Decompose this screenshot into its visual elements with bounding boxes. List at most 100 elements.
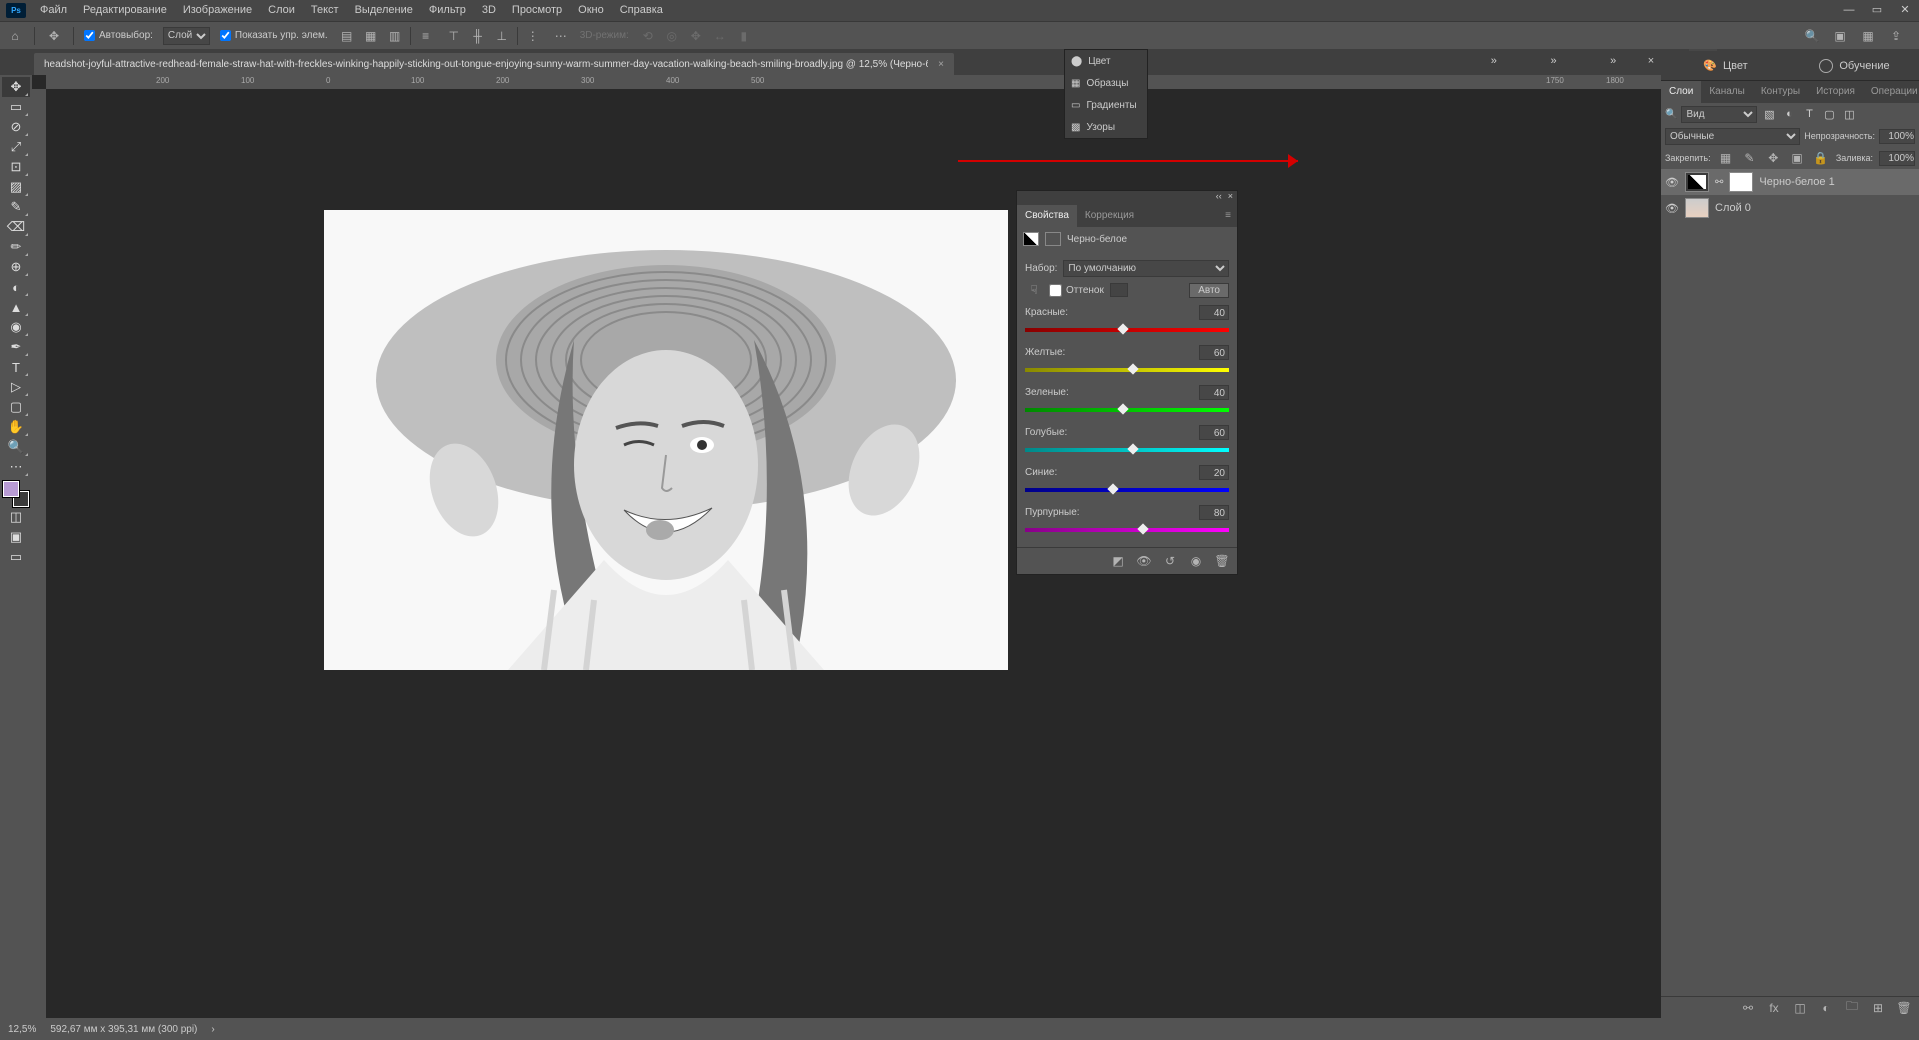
tool-10[interactable]: ◐ — [2, 277, 30, 297]
channel-slider[interactable] — [1025, 365, 1229, 375]
collapse-panel-icon[interactable]: ‹‹ — [1216, 191, 1222, 205]
lock-pixels-icon[interactable]: ▦ — [1717, 149, 1735, 167]
more-options-icon[interactable]: ⋯ — [552, 27, 570, 45]
menu-просмотр[interactable]: Просмотр — [504, 0, 570, 21]
menu-файл[interactable]: Файл — [32, 0, 75, 21]
adjustment-layer-icon[interactable]: ◐ — [1817, 999, 1835, 1017]
collapse-handle-icon[interactable]: » — [1583, 49, 1643, 73]
menu-слои[interactable]: Слои — [260, 0, 303, 21]
tool-17[interactable]: ✋ — [2, 417, 30, 437]
menu-текст[interactable]: Текст — [303, 0, 347, 21]
gradients-panel-item[interactable]: ▭Градиенты — [1065, 94, 1147, 116]
menu-фильтр[interactable]: Фильтр — [421, 0, 474, 21]
close-tab-icon[interactable]: × — [938, 59, 944, 70]
channel-slider[interactable] — [1025, 525, 1229, 535]
lock-pos-icon[interactable]: ✥ — [1764, 149, 1782, 167]
channel-slider[interactable] — [1025, 325, 1229, 335]
tool-0[interactable]: ✥ — [2, 77, 30, 97]
clip-icon[interactable]: ◩ — [1109, 552, 1127, 570]
tool-16[interactable]: ▢ — [2, 397, 30, 417]
layer-name[interactable]: Слой 0 — [1715, 202, 1751, 214]
home-icon[interactable]: ⌂ — [6, 27, 24, 45]
lock-paint-icon[interactable]: ✎ — [1740, 149, 1758, 167]
autoselect-target[interactable]: Слой — [163, 27, 210, 45]
opacity-input[interactable] — [1879, 129, 1915, 144]
menu-3d[interactable]: 3D — [474, 0, 504, 21]
menu-изображение[interactable]: Изображение — [175, 0, 260, 21]
align-left-icon[interactable]: ▤ — [338, 27, 356, 45]
maximize-button[interactable]: ▭ — [1863, 0, 1891, 21]
visibility-icon[interactable]: 👁 — [1665, 202, 1679, 215]
channel-value[interactable]: 40 — [1199, 305, 1229, 320]
tool-19[interactable]: ⋯ — [2, 457, 30, 477]
color-panel-item[interactable]: ⬤Цвет — [1065, 50, 1147, 72]
layer-row[interactable]: 👁⚯Черно-белое 1 — [1661, 169, 1919, 195]
layer-filter-select[interactable]: Вид — [1681, 106, 1757, 123]
search-icon[interactable]: 🔍 — [1803, 27, 1821, 45]
group-icon[interactable]: 🗀 — [1843, 999, 1861, 1017]
tint-checkbox[interactable]: Оттенок — [1049, 284, 1104, 297]
mode-icon[interactable]: ▣ — [2, 527, 30, 547]
move-tool-icon[interactable]: ✥ — [45, 27, 63, 45]
status-chevron-icon[interactable]: › — [211, 1024, 214, 1035]
color-swatch[interactable] — [3, 481, 29, 507]
lock-frame-icon[interactable]: ▣ — [1788, 149, 1806, 167]
tool-11[interactable]: ▲ — [2, 297, 30, 317]
collapse-handle-icon[interactable]: » — [1464, 49, 1524, 73]
tool-15[interactable]: ▷ — [2, 377, 30, 397]
minimize-button[interactable]: — — [1835, 0, 1863, 21]
tool-7[interactable]: ⌫ — [2, 217, 30, 237]
show-controls-checkbox[interactable]: Показать упр. элем. — [220, 30, 328, 41]
tool-4[interactable]: ⊡ — [2, 157, 30, 177]
learn-stub[interactable]: Обучение — [1790, 51, 1919, 80]
document-tab[interactable]: headshot-joyful-attractive-redhead-femal… — [34, 53, 954, 75]
filter-text-icon[interactable]: T — [1801, 106, 1817, 122]
filter-adjust-icon[interactable]: ◐ — [1781, 106, 1797, 122]
reset-icon[interactable]: ↺ — [1161, 552, 1179, 570]
autoselect-checkbox[interactable]: Автовыбор: — [84, 30, 153, 41]
tool-5[interactable]: ▨ — [2, 177, 30, 197]
panel-menu-icon[interactable]: ≡ — [1219, 205, 1237, 227]
layer-thumb[interactable] — [1685, 172, 1709, 192]
tab-paths[interactable]: Контуры — [1753, 81, 1808, 103]
filter-shape-icon[interactable]: ▢ — [1821, 106, 1837, 122]
lock-all-icon[interactable]: 🔒 — [1812, 149, 1830, 167]
tool-18[interactable]: 🔍 — [2, 437, 30, 457]
frame-icon[interactable]: ▣ — [1831, 27, 1849, 45]
fill-input[interactable] — [1879, 151, 1915, 166]
channel-slider[interactable] — [1025, 485, 1229, 495]
mask-thumb[interactable] — [1729, 172, 1753, 192]
close-strip-icon[interactable]: × — [1643, 49, 1659, 73]
tool-6[interactable]: ✎ — [2, 197, 30, 217]
tab-layers[interactable]: Слои — [1661, 81, 1701, 103]
channel-slider[interactable] — [1025, 445, 1229, 455]
layer-row[interactable]: 👁 Слой 0 — [1661, 195, 1919, 221]
channel-value[interactable]: 60 — [1199, 345, 1229, 360]
align-bottom-icon[interactable]: ⊥ — [493, 27, 511, 45]
zoom-level[interactable]: 12,5% — [8, 1024, 36, 1035]
tint-swatch[interactable] — [1110, 283, 1128, 297]
layer-name[interactable]: Черно-белое 1 — [1759, 176, 1834, 188]
auto-button[interactable]: Авто — [1189, 283, 1229, 298]
tool-13[interactable]: ✒ — [2, 337, 30, 357]
tool-12[interactable]: ◉ — [2, 317, 30, 337]
trash-icon[interactable]: 🗑 — [1895, 999, 1913, 1017]
layer-fx-icon[interactable]: fx — [1765, 999, 1783, 1017]
canvas[interactable] — [324, 210, 1008, 670]
filter-pixel-icon[interactable]: ▧ — [1761, 106, 1777, 122]
tool-8[interactable]: ✏ — [2, 237, 30, 257]
layer-mask-icon[interactable]: ◫ — [1791, 999, 1809, 1017]
collapse-handle-icon[interactable]: » — [1524, 49, 1584, 73]
menu-редактирование[interactable]: Редактирование — [75, 0, 175, 21]
close-button[interactable]: ✕ — [1891, 0, 1919, 21]
align-right-icon[interactable]: ▥ — [386, 27, 404, 45]
new-layer-icon[interactable]: ⊞ — [1869, 999, 1887, 1017]
channel-slider[interactable] — [1025, 405, 1229, 415]
layer-thumb[interactable] — [1685, 198, 1709, 218]
tool-9[interactable]: ⊕ — [2, 257, 30, 277]
channel-value[interactable]: 40 — [1199, 385, 1229, 400]
mode-icon[interactable]: ▭ — [2, 547, 30, 567]
channel-value[interactable]: 80 — [1199, 505, 1229, 520]
align-mid-icon[interactable]: ╫ — [469, 27, 487, 45]
tool-14[interactable]: T — [2, 357, 30, 377]
